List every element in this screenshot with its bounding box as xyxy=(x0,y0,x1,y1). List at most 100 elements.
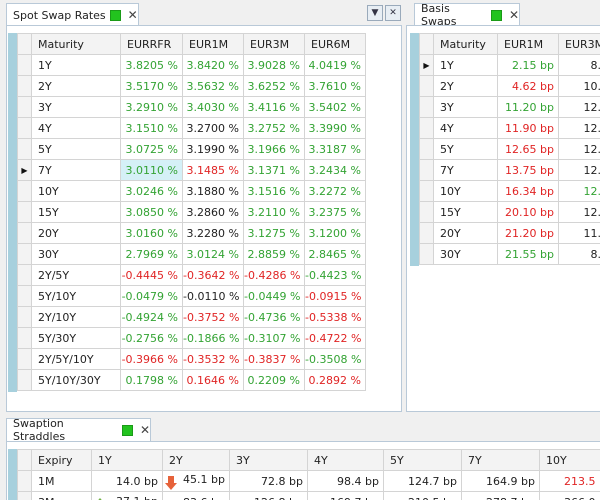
table-row[interactable]: 2Y 4.62 bp 10.82 xyxy=(419,75,600,97)
data-cell[interactable]: 45.1 bp xyxy=(162,470,230,492)
row-label[interactable]: 4Y xyxy=(433,117,498,139)
column-header[interactable]: EURRFR xyxy=(120,33,183,55)
column-header[interactable]: EUR3M xyxy=(558,33,600,55)
data-cell[interactable]: 12.42 xyxy=(558,117,600,139)
table-row[interactable]: 2Y 3.5170 % 3.5632 % 3.6252 % 3.7610 % xyxy=(17,75,366,97)
row-label[interactable]: 3M xyxy=(31,491,92,500)
table-row[interactable]: 5Y 12.65 bp 12.41 xyxy=(419,138,600,160)
tab-swaption-straddles[interactable]: Swaption Straddles ✕ xyxy=(6,417,151,443)
row-label[interactable]: 10Y xyxy=(433,180,498,202)
data-cell[interactable]: -0.5338 % xyxy=(304,306,366,328)
data-cell[interactable]: 3.1371 % xyxy=(243,159,305,181)
data-cell[interactable]: 3.2910 % xyxy=(120,96,183,118)
row-label[interactable]: 2Y xyxy=(433,75,498,97)
row-indicator[interactable] xyxy=(17,96,32,118)
row-label[interactable]: 3Y xyxy=(31,96,121,118)
table-row[interactable]: ▶ 7Y 3.0110 % 3.1485 % 3.1371 % 3.2434 % xyxy=(17,159,366,181)
column-header[interactable]: Expiry xyxy=(31,449,92,471)
row-indicator[interactable] xyxy=(419,96,434,118)
data-cell[interactable]: 3.1990 % xyxy=(182,138,244,160)
data-cell[interactable]: 3.1966 % xyxy=(243,138,305,160)
column-header[interactable]: 5Y xyxy=(383,449,462,471)
table-row[interactable]: 3M 37.1 bp 83.6 bp 126.8 bp 169.7 bp 210.5 bp… xyxy=(17,491,600,500)
table-row[interactable]: 30Y 21.55 bp 8.90 xyxy=(419,243,600,265)
row-indicator[interactable] xyxy=(419,180,434,202)
row-indicator[interactable] xyxy=(17,306,32,328)
data-cell[interactable]: -0.0479 % xyxy=(120,285,183,307)
data-cell[interactable]: 3.8205 % xyxy=(120,54,183,76)
data-cell[interactable]: 3.1200 % xyxy=(304,222,366,244)
data-cell[interactable]: 3.5632 % xyxy=(182,75,244,97)
column-header[interactable]: 1Y xyxy=(91,449,163,471)
data-cell[interactable]: 2.7969 % xyxy=(120,243,183,265)
row-label[interactable]: 1Y xyxy=(31,54,121,76)
data-cell[interactable]: 3.2110 % xyxy=(243,201,305,223)
row-label[interactable]: 2Y xyxy=(31,75,121,97)
data-cell[interactable]: 12.41 xyxy=(558,138,600,160)
row-label[interactable]: 7Y xyxy=(433,159,498,181)
row-label[interactable]: 5Y/10Y/30Y xyxy=(31,369,121,391)
data-cell[interactable]: 3.4116 % xyxy=(243,96,305,118)
data-cell[interactable]: -0.0449 % xyxy=(243,285,305,307)
row-label[interactable]: 15Y xyxy=(433,201,498,223)
row-indicator[interactable] xyxy=(17,491,32,500)
data-cell[interactable]: 21.20 bp xyxy=(497,222,559,244)
tab-spot-swap-rates[interactable]: Spot Swap Rates ✕ xyxy=(6,3,139,26)
table-row[interactable]: 5Y/10Y -0.0479 % -0.0110 % -0.0449 % -0.0915… xyxy=(17,285,366,307)
row-label[interactable]: 20Y xyxy=(31,222,121,244)
row-label[interactable]: 20Y xyxy=(433,222,498,244)
table-row[interactable]: 10Y 16.34 bp 12.71 xyxy=(419,180,600,202)
table-row[interactable]: 15Y 3.0850 % 3.2860 % 3.2110 % 3.2375 % xyxy=(17,201,366,223)
close-icon[interactable]: ✕ xyxy=(140,423,150,437)
data-cell[interactable]: 3.6252 % xyxy=(243,75,305,97)
row-label[interactable]: 30Y xyxy=(31,243,121,265)
table-row[interactable]: 30Y 2.7969 % 3.0124 % 2.8859 % 2.8465 % xyxy=(17,243,366,265)
column-header[interactable]: 2Y xyxy=(162,449,230,471)
data-cell[interactable]: 0.2892 % xyxy=(304,369,366,391)
column-header[interactable]: EUR1M xyxy=(497,33,559,55)
row-indicator[interactable] xyxy=(17,285,32,307)
data-cell[interactable]: 3.0124 % xyxy=(182,243,244,265)
row-indicator[interactable] xyxy=(17,180,32,202)
row-label[interactable]: 5Y xyxy=(31,138,121,160)
data-cell[interactable]: -0.1866 % xyxy=(182,327,244,349)
data-cell[interactable]: 3.4030 % xyxy=(182,96,244,118)
data-cell[interactable]: 124.7 bp xyxy=(383,470,462,492)
data-cell[interactable]: 12.65 bp xyxy=(497,138,559,160)
column-header[interactable]: Maturity xyxy=(31,33,121,55)
row-label[interactable]: 7Y xyxy=(31,159,121,181)
data-cell[interactable]: 3.9028 % xyxy=(243,54,305,76)
row-indicator[interactable] xyxy=(17,348,32,370)
row-indicator[interactable] xyxy=(419,75,434,97)
data-cell[interactable]: -0.4924 % xyxy=(120,306,183,328)
data-cell[interactable]: 3.3990 % xyxy=(304,117,366,139)
table-row[interactable]: 4Y 3.1510 % 3.2700 % 3.2752 % 3.3990 % xyxy=(17,117,366,139)
row-indicator[interactable] xyxy=(17,327,32,349)
data-cell[interactable]: 12.06 xyxy=(558,96,600,118)
data-cell[interactable]: 3.0110 % xyxy=(120,159,183,181)
row-label[interactable]: 15Y xyxy=(31,201,121,223)
table-row[interactable]: 2Y/10Y -0.4924 % -0.3752 % -0.4736 % -0.5338… xyxy=(17,306,366,328)
data-cell[interactable]: 2.8465 % xyxy=(304,243,366,265)
data-cell[interactable]: 278.7 bp xyxy=(461,491,540,500)
table-row[interactable]: 2Y/5Y/10Y -0.3966 % -0.3532 % -0.3837 % -0.3… xyxy=(17,348,366,370)
table-row[interactable]: 10Y 3.0246 % 3.1880 % 3.1516 % 3.2272 % xyxy=(17,180,366,202)
data-cell[interactable]: 2.15 bp xyxy=(497,54,559,76)
data-cell[interactable]: 0.2209 % xyxy=(243,369,305,391)
data-cell[interactable]: 72.8 bp xyxy=(229,470,308,492)
data-cell[interactable]: 3.0160 % xyxy=(120,222,183,244)
data-cell[interactable]: 3.2272 % xyxy=(304,180,366,202)
data-cell[interactable]: -0.3107 % xyxy=(243,327,305,349)
data-cell[interactable]: 10.82 xyxy=(558,75,600,97)
row-indicator[interactable] xyxy=(419,159,434,181)
row-indicator[interactable] xyxy=(17,264,32,286)
data-cell[interactable]: -0.4722 % xyxy=(304,327,366,349)
table-row[interactable]: 3Y 3.2910 % 3.4030 % 3.4116 % 3.5402 % xyxy=(17,96,366,118)
table-row[interactable]: 15Y 20.10 bp 12.60 xyxy=(419,201,600,223)
data-cell[interactable]: -0.3532 % xyxy=(182,348,244,370)
data-cell[interactable]: 210.5 bp xyxy=(383,491,462,500)
table-row[interactable]: 7Y 13.75 bp 12.61 xyxy=(419,159,600,181)
data-cell[interactable]: 12.61 xyxy=(558,159,600,181)
table-row[interactable]: ▶1Y 2.15 bp 8.23 xyxy=(419,54,600,76)
data-cell[interactable]: 3.0725 % xyxy=(120,138,183,160)
